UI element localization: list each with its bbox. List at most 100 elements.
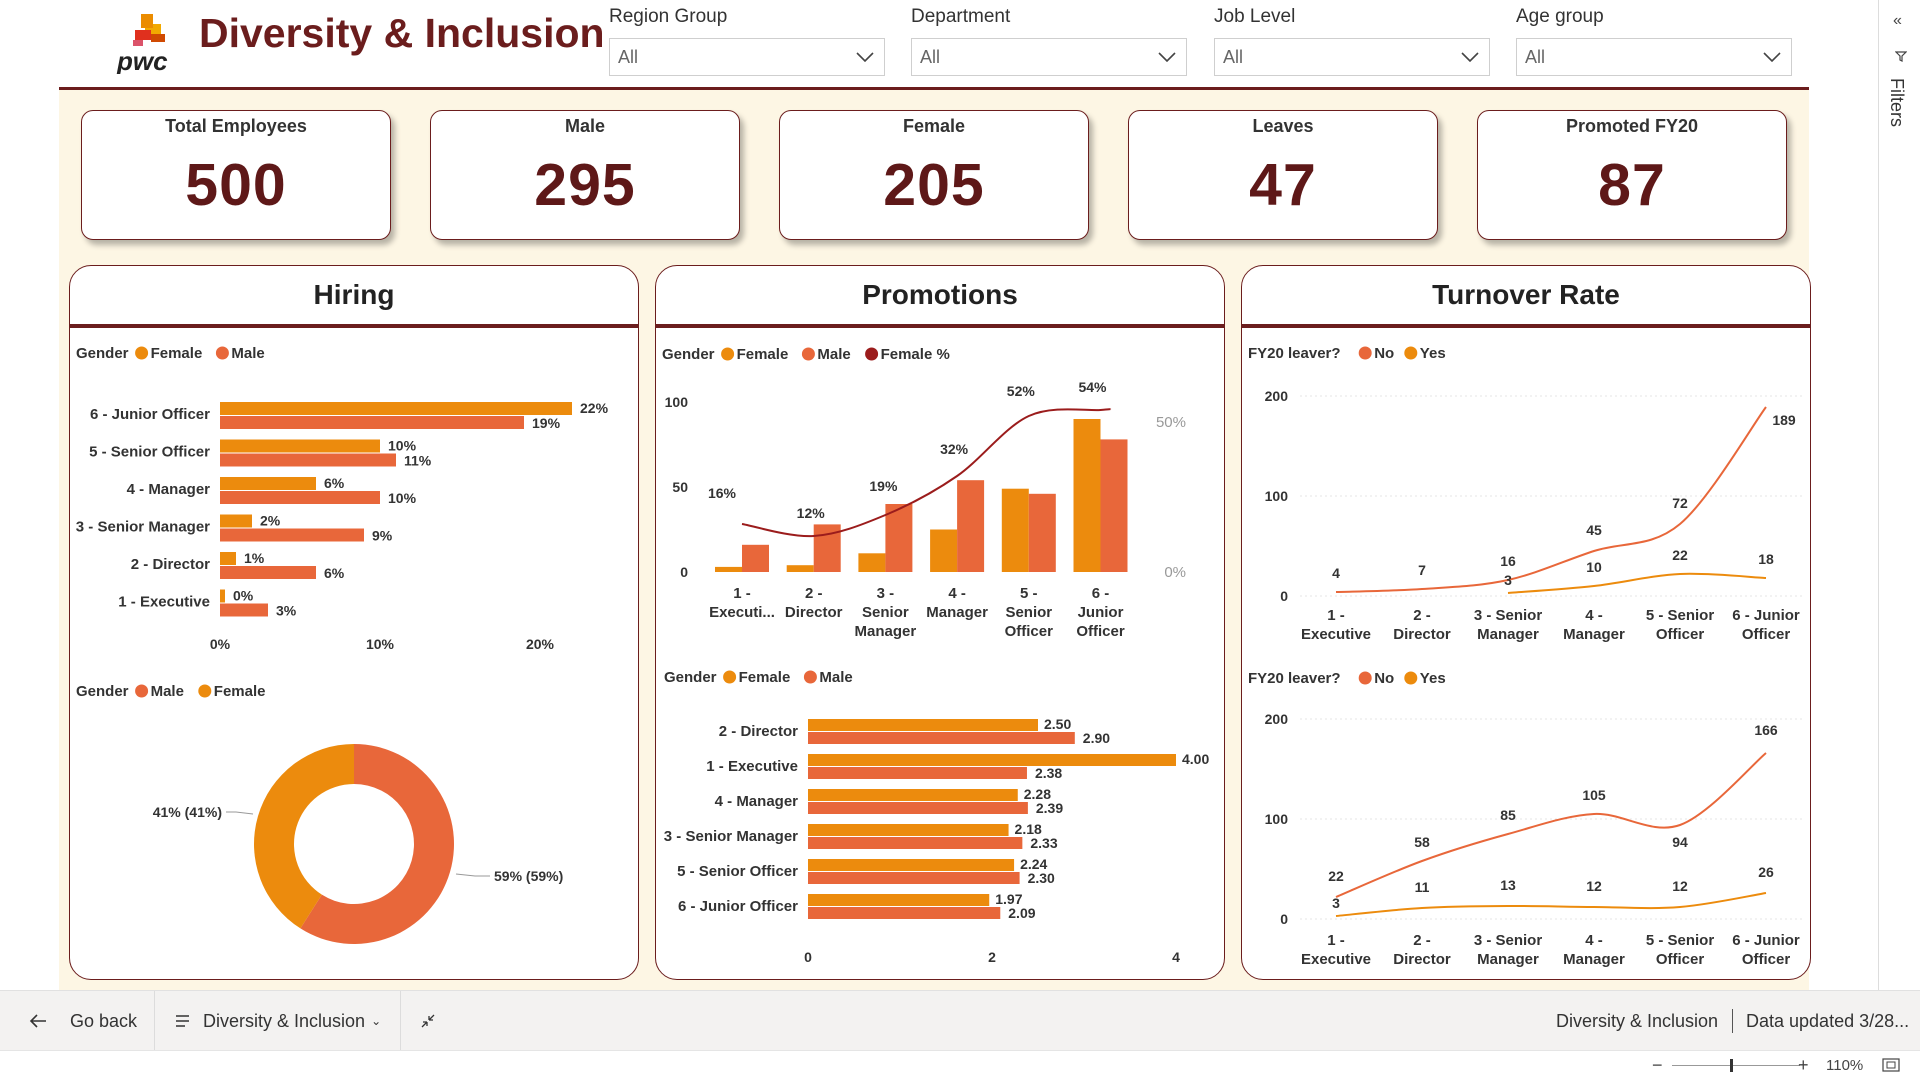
data-label: 11 bbox=[1415, 879, 1430, 895]
kpi-card-promoted-fy20[interactable]: Promoted FY20 87 bbox=[1477, 110, 1787, 240]
data-label: 10 bbox=[1586, 559, 1602, 575]
category-label: 2 - bbox=[1413, 932, 1431, 949]
category-label: 3 - bbox=[877, 585, 895, 602]
zoom-level: 110% bbox=[1826, 1057, 1864, 1074]
bar-female bbox=[220, 514, 252, 528]
age-group-dropdown[interactable]: All bbox=[1516, 38, 1792, 76]
category-label: 3 - Senior bbox=[1474, 607, 1543, 624]
fit-to-page-icon[interactable] bbox=[1882, 1058, 1900, 1072]
data-label: 19% bbox=[532, 415, 561, 431]
zoom-slider-track[interactable] bbox=[1672, 1065, 1800, 1066]
exit-focus-button[interactable] bbox=[420, 991, 436, 1051]
category-label: 2 - bbox=[805, 585, 823, 602]
category-label: Officer bbox=[1656, 626, 1705, 643]
line-no bbox=[1335, 752, 1767, 898]
bar-male bbox=[220, 603, 268, 617]
data-label: 4 bbox=[1332, 565, 1340, 581]
category-label: 3 - Senior Manager bbox=[76, 519, 210, 536]
category-label: 5 - bbox=[1020, 585, 1038, 602]
kpi-value: 205 bbox=[883, 152, 985, 218]
category-label: 3 - Senior bbox=[1474, 932, 1543, 949]
go-back-button[interactable]: Go back bbox=[28, 991, 137, 1051]
divider bbox=[1732, 1009, 1733, 1033]
legend-item: Yes bbox=[1420, 670, 1446, 687]
pwc-logo: pwc bbox=[89, 10, 179, 76]
department-dropdown[interactable]: All bbox=[911, 38, 1187, 76]
data-label: 11% bbox=[404, 453, 432, 469]
category-label: 1 - bbox=[733, 585, 751, 602]
data-label: 4.00 bbox=[1182, 751, 1209, 767]
kpi-card-male[interactable]: Male 295 bbox=[430, 110, 740, 240]
kpi-card-female[interactable]: Female 205 bbox=[779, 110, 1089, 240]
data-label: 32% bbox=[940, 441, 969, 457]
slicer-region-group: Region Group All bbox=[609, 6, 885, 76]
data-label: 10% bbox=[388, 490, 417, 506]
page-selector-label: Diversity & Inclusion bbox=[203, 1010, 366, 1031]
region-group-dropdown[interactable]: All bbox=[609, 38, 885, 76]
filters-pane[interactable]: « Filters bbox=[1878, 0, 1920, 990]
data-label: 0% bbox=[233, 588, 254, 604]
slicer-label: Job Level bbox=[1214, 6, 1296, 27]
status-bar: − + 110% bbox=[0, 1050, 1920, 1080]
legend-item: Female % bbox=[881, 346, 950, 363]
chevron-down-icon bbox=[1763, 52, 1781, 62]
category-label: 6 - Junior Officer bbox=[90, 406, 210, 423]
data-label: 12 bbox=[1586, 878, 1602, 894]
hiring-charts[interactable]: Gender Female Male 0% 10% 20% 6 - Junior Offic… bbox=[70, 266, 639, 980]
slicer-value: All bbox=[1525, 46, 1546, 67]
kpi-title: Male bbox=[564, 116, 606, 136]
page-selector[interactable]: Diversity & Inclusion ⌄ bbox=[175, 991, 381, 1051]
category-label: 2 - Director bbox=[719, 723, 798, 740]
kpi-card-total-employees[interactable]: Total Employees 500 bbox=[81, 110, 391, 240]
data-label: 105 bbox=[1582, 787, 1606, 803]
category-label: 6 - Junior bbox=[1732, 932, 1800, 949]
go-back-label: Go back bbox=[70, 1010, 138, 1031]
kpi-card-leaves[interactable]: Leaves 47 bbox=[1128, 110, 1438, 240]
bar-female bbox=[930, 529, 958, 572]
data-label: 189 bbox=[1772, 412, 1796, 428]
zoom-slider-thumb[interactable] bbox=[1730, 1059, 1733, 1072]
data-label: 2.50 bbox=[1044, 716, 1071, 732]
y-tick-label: 100 bbox=[1265, 811, 1289, 827]
data-label: 52% bbox=[1007, 383, 1036, 399]
slicer-value: All bbox=[618, 46, 639, 67]
category-label: 2 - Director bbox=[131, 556, 210, 573]
category-label: Manager bbox=[1563, 626, 1625, 643]
kpi-value: 500 bbox=[185, 152, 287, 218]
data-label: 85 bbox=[1500, 807, 1516, 823]
y-tick-label: 200 bbox=[1265, 388, 1289, 404]
category-label: Officer bbox=[1656, 951, 1705, 968]
kpi-value: 47 bbox=[1249, 152, 1317, 218]
bar-male bbox=[220, 528, 364, 542]
category-label: Manager bbox=[1563, 951, 1625, 968]
turnover-charts[interactable]: FY20 leaver? No Yes20010001 -Executive2 -D… bbox=[1242, 266, 1811, 980]
y-tick-label: 100 bbox=[665, 394, 689, 410]
data-label: 2.38 bbox=[1035, 765, 1062, 781]
bar-female bbox=[220, 552, 236, 565]
legend-marker bbox=[215, 346, 229, 360]
category-label: Manager bbox=[926, 604, 988, 621]
category-label: 6 - bbox=[1092, 585, 1110, 602]
category-label: 5 - Senior bbox=[1646, 932, 1715, 949]
kpi-title: Total Employees bbox=[165, 116, 307, 136]
data-label: 58 bbox=[1414, 834, 1430, 850]
data-label: 41% (41%) bbox=[153, 804, 222, 820]
bar-female bbox=[1073, 419, 1101, 572]
line-yes bbox=[1507, 572, 1767, 594]
zoom-in-button[interactable]: + bbox=[1798, 1055, 1809, 1076]
category-label: Officer bbox=[1076, 623, 1125, 640]
job-level-dropdown[interactable]: All bbox=[1214, 38, 1490, 76]
promotions-charts[interactable]: Gender Female Male Female % 100 50 0 50% 0% 1 - Ex… bbox=[656, 266, 1225, 980]
bar-female bbox=[220, 477, 316, 490]
category-label: Junior bbox=[1078, 604, 1124, 621]
bar-male bbox=[220, 491, 380, 504]
report-viewer: Total Employees 500 Male 295 Female 205 … bbox=[0, 0, 1920, 1080]
legend-item: Male bbox=[231, 345, 264, 362]
y-tick-label: 0 bbox=[1280, 588, 1288, 604]
legend-item: Male bbox=[151, 683, 184, 700]
expand-filters-icon[interactable]: « bbox=[1893, 12, 1902, 30]
data-label: 54% bbox=[1078, 379, 1107, 395]
zoom-out-button[interactable]: − bbox=[1652, 1055, 1663, 1076]
y-tick-label: 0 bbox=[680, 564, 688, 580]
filters-label[interactable]: Filters bbox=[1886, 78, 1907, 127]
